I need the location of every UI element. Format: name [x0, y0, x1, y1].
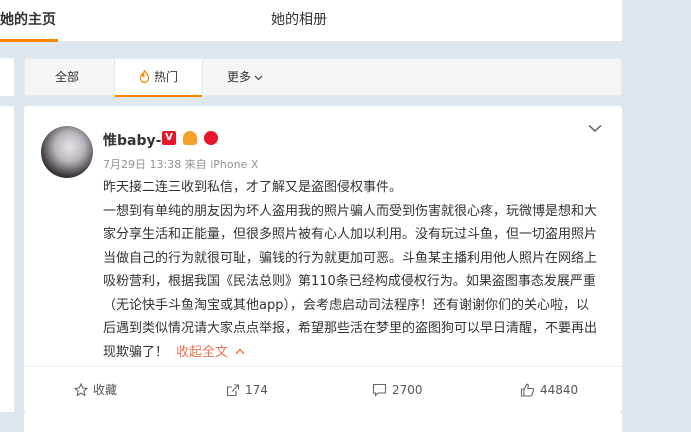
like-count: 44840 [540, 383, 579, 397]
favorite-label: 收藏 [93, 383, 118, 397]
post-text: 昨天接二连三收到私信，才了解又是盗图侵权事件。 一想到有单纯的朋友因为坏人盗用我… [103, 176, 600, 364]
left-column-edge [0, 106, 14, 412]
comment-icon [372, 383, 387, 397]
like-button[interactable]: 44840 [520, 367, 578, 413]
filter-more[interactable]: 更多 [227, 59, 263, 96]
flame-icon [139, 70, 150, 83]
post-paragraph: 一想到有单纯的朋友因为坏人盗用我的照片骗人而受到伤害就很心疼，玩微博是想和大家分… [103, 203, 598, 360]
next-post-card [24, 412, 622, 432]
filter-more-label: 更多 [227, 70, 252, 84]
forward-button[interactable]: 174 [226, 367, 268, 413]
post-paragraph-body: 一想到有单纯的朋友因为坏人盗用我的照片骗人而受到伤害就很心疼，玩微博是想和大家分… [103, 200, 600, 365]
weibo-post-card: 惟baby- V 7月29日 13:38 来自 iPhone X 昨天接二连三收… [24, 106, 622, 412]
tab-home[interactable]: 她的主页 [0, 0, 58, 42]
chevron-up-icon [235, 347, 245, 354]
feed-filter-bar: 全部 热门 更多 [24, 58, 622, 97]
user-badges: V [162, 131, 220, 147]
forward-icon [226, 384, 240, 397]
post-meta: 7月29日 13:38 来自 iPhone X [103, 156, 258, 172]
filter-hot-label: 热门 [153, 70, 178, 84]
filter-hot[interactable]: 热门 [114, 59, 203, 97]
left-column-edge [0, 58, 14, 96]
chevron-down-icon[interactable] [588, 124, 602, 133]
favorite-button[interactable]: 收藏 [73, 367, 118, 413]
post-username[interactable]: 惟baby- [103, 130, 161, 150]
comment-count: 2700 [392, 383, 423, 397]
thumbs-up-icon [520, 383, 535, 397]
post-paragraph: 昨天接二连三收到私信，才了解又是盗图侵权事件。 [103, 180, 403, 195]
post-date[interactable]: 7月29日 13:38 [103, 158, 181, 171]
chevron-down-icon [254, 75, 263, 81]
profile-tab-bar: 她的主页 她的相册 [0, 0, 622, 42]
vip-crown-icon[interactable] [183, 131, 198, 145]
verified-v-icon[interactable]: V [162, 131, 176, 145]
tab-album[interactable]: 她的相册 [271, 0, 327, 42]
post-action-bar: 收藏 174 2700 44840 [24, 366, 622, 412]
collapse-text-link[interactable]: 收起全文 [176, 345, 245, 360]
comment-button[interactable]: 2700 [372, 367, 423, 413]
avatar[interactable] [41, 126, 93, 178]
collapse-label: 收起全文 [176, 344, 229, 360]
post-source: 来自 iPhone X [184, 158, 259, 171]
filter-all[interactable]: 全部 [55, 59, 79, 96]
forward-count: 174 [245, 383, 268, 397]
star-icon [73, 382, 89, 397]
member-level-icon[interactable] [204, 131, 219, 145]
